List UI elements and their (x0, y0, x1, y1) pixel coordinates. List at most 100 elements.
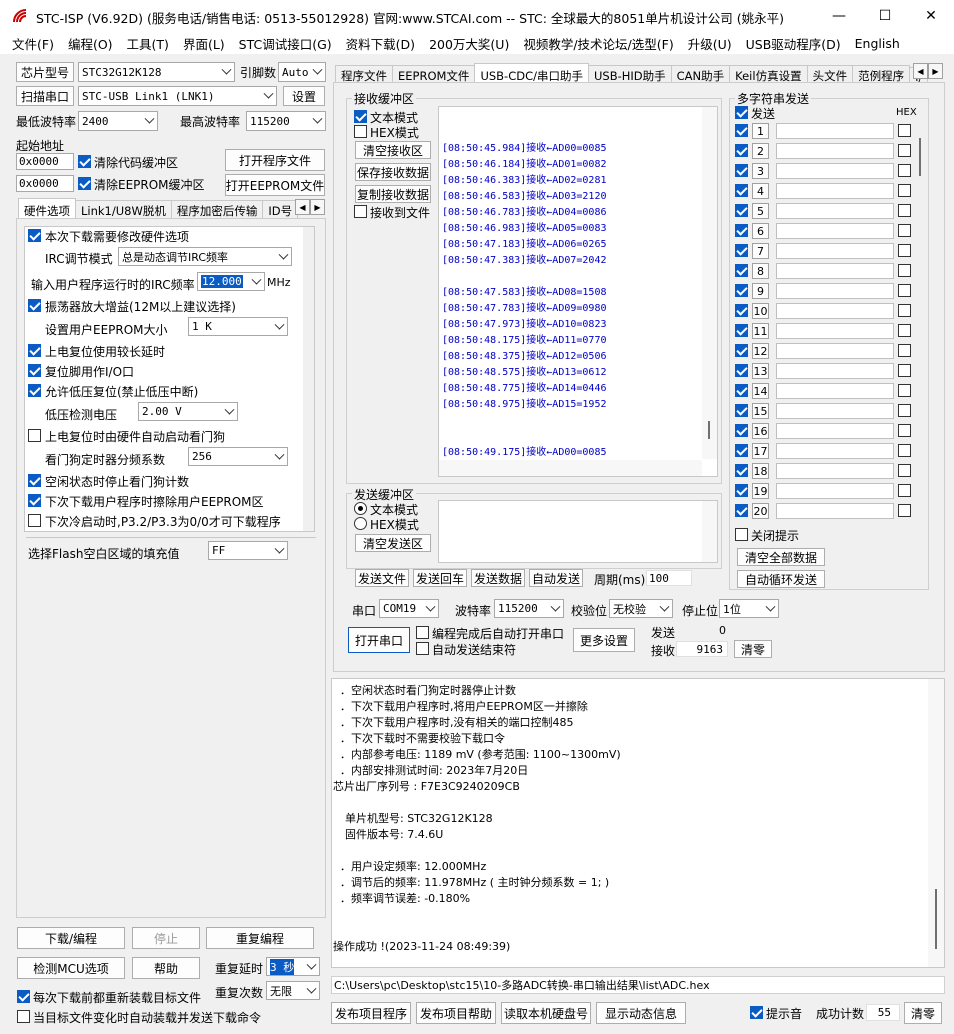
irc-mode-select[interactable]: 总是动态调节IRC频率 (118, 247, 292, 266)
multi-row-checkbox[interactable] (735, 424, 748, 437)
multi-row-hex-checkbox[interactable] (898, 224, 911, 237)
multi-row-input[interactable] (776, 303, 894, 319)
repeat-count-select[interactable]: 无限 (266, 981, 320, 1000)
maximize-icon[interactable]: ☐ (862, 0, 908, 32)
multi-row-number-button[interactable]: 1 (752, 123, 769, 139)
multi-row-checkbox[interactable] (735, 344, 748, 357)
settings-button[interactable]: 设置 (283, 86, 325, 106)
read-disk-button[interactable]: 读取本机硬盘号 (501, 1002, 591, 1024)
multi-row-checkbox[interactable] (735, 404, 748, 417)
close-hint-checkbox[interactable] (735, 528, 748, 541)
baud-select[interactable]: 115200 (494, 599, 564, 618)
clear-count-button[interactable]: 清零 (734, 640, 772, 658)
clear-all-button[interactable]: 清空全部数据 (737, 548, 825, 566)
multi-row-checkbox[interactable] (735, 264, 748, 277)
multi-row-number-button[interactable]: 2 (752, 143, 769, 159)
menu-ui[interactable]: 界面(L) (176, 34, 232, 53)
multi-row-input[interactable] (776, 243, 894, 259)
long-delay-checkbox[interactable] (28, 344, 41, 357)
multi-row-input[interactable] (776, 223, 894, 239)
multi-row-number-button[interactable]: 10 (752, 303, 769, 319)
multi-row-checkbox[interactable] (735, 484, 748, 497)
multi-row-number-button[interactable]: 8 (752, 263, 769, 279)
multi-row-checkbox[interactable] (735, 164, 748, 177)
send-text-area[interactable] (438, 500, 718, 563)
multi-row-checkbox[interactable] (735, 144, 748, 157)
fill-value-select[interactable]: FF (208, 541, 288, 560)
code-address-input[interactable]: 0x0000 (16, 153, 74, 170)
multi-row-input[interactable] (776, 463, 894, 479)
multi-row-hex-checkbox[interactable] (898, 344, 911, 357)
clear-recv-button[interactable]: 清空接收区 (355, 141, 431, 159)
multi-row-number-button[interactable]: 3 (752, 163, 769, 179)
multi-row-input[interactable] (776, 503, 894, 519)
multi-row-input[interactable] (776, 403, 894, 419)
multi-row-checkbox[interactable] (735, 504, 748, 517)
low-voltage-reset-checkbox[interactable] (28, 384, 41, 397)
recv-hex-mode-checkbox[interactable] (354, 125, 367, 138)
minimize-icon[interactable]: — (816, 0, 862, 32)
com-port-select[interactable]: COM19 (379, 599, 439, 618)
multi-row-number-button[interactable]: 20 (752, 503, 769, 519)
scan-port-button[interactable]: 扫描串口 (16, 86, 74, 106)
multi-row-hex-checkbox[interactable] (898, 324, 911, 337)
log-scrollbar[interactable] (928, 679, 944, 967)
tab-scroll-right-icon[interactable]: ▶ (310, 199, 325, 215)
multi-row-number-button[interactable]: 9 (752, 283, 769, 299)
right-tab-scroll[interactable]: ◀ ▶ (913, 63, 943, 79)
options-scrollbar[interactable] (303, 227, 314, 531)
multi-row-number-button[interactable]: 17 (752, 443, 769, 459)
multi-row-checkbox[interactable] (735, 324, 748, 337)
multi-row-checkbox[interactable] (735, 384, 748, 397)
recv-hscroll[interactable] (439, 460, 702, 476)
stop-bits-select[interactable]: 1位 (719, 599, 779, 618)
multi-row-number-button[interactable]: 6 (752, 223, 769, 239)
stop-button[interactable]: 停止 (132, 927, 200, 949)
multi-row-input[interactable] (776, 203, 894, 219)
lv-detect-select[interactable]: 2.00 V (138, 402, 238, 421)
multi-send-all-checkbox[interactable] (735, 106, 748, 119)
auto-wdt-checkbox[interactable] (28, 429, 41, 442)
clear-success-button[interactable]: 清零 (904, 1002, 942, 1024)
menu-download[interactable]: 资料下载(D) (339, 34, 422, 53)
help-button[interactable]: 帮助 (132, 957, 200, 979)
multi-row-hex-checkbox[interactable] (898, 304, 911, 317)
clear-code-checkbox[interactable] (78, 155, 91, 168)
wdt-div-select[interactable]: 256 (188, 447, 288, 466)
multi-row-checkbox[interactable] (735, 284, 748, 297)
multi-row-checkbox[interactable] (735, 124, 748, 137)
multi-row-number-button[interactable]: 7 (752, 243, 769, 259)
auto-loop-button[interactable]: 自动循环发送 (737, 570, 825, 588)
osc-gain-checkbox[interactable] (28, 299, 41, 312)
repeat-delay-select[interactable]: 3 秒 (266, 957, 320, 976)
multi-row-input[interactable] (776, 163, 894, 179)
multi-row-input[interactable] (776, 323, 894, 339)
multi-send-scrollbar[interactable] (915, 118, 925, 518)
send-hex-mode-radio[interactable] (354, 517, 367, 530)
menu-program[interactable]: 编程(O) (61, 34, 120, 53)
recv-to-file-checkbox[interactable] (354, 205, 367, 218)
idle-wdt-checkbox[interactable] (28, 474, 41, 487)
auto-send-button[interactable]: 自动发送 (529, 569, 583, 587)
port-select[interactable]: STC-USB Link1 (LNK1) (78, 86, 277, 106)
multi-row-checkbox[interactable] (735, 184, 748, 197)
reset-io-checkbox[interactable] (28, 364, 41, 377)
send-text-mode-radio[interactable] (354, 502, 367, 515)
auto-end-checkbox[interactable] (416, 642, 429, 655)
multi-row-hex-checkbox[interactable] (898, 404, 911, 417)
modify-hw-checkbox[interactable] (28, 229, 41, 242)
multi-row-number-button[interactable]: 4 (752, 183, 769, 199)
multi-row-hex-checkbox[interactable] (898, 144, 911, 157)
period-input[interactable]: 100 (646, 570, 692, 586)
download-button[interactable]: 下载/编程 (17, 927, 125, 949)
multi-row-number-button[interactable]: 14 (752, 383, 769, 399)
send-data-button[interactable]: 发送数据 (471, 569, 525, 587)
check-mcu-button[interactable]: 检测MCU选项 (17, 957, 125, 979)
multi-row-number-button[interactable]: 11 (752, 323, 769, 339)
multi-row-hex-checkbox[interactable] (898, 204, 911, 217)
send-return-button[interactable]: 发送回车 (413, 569, 467, 587)
multi-row-number-button[interactable]: 16 (752, 423, 769, 439)
multi-row-input[interactable] (776, 483, 894, 499)
pin-count-select[interactable]: Auto (278, 62, 326, 82)
send-file-button[interactable]: 发送文件 (355, 569, 409, 587)
